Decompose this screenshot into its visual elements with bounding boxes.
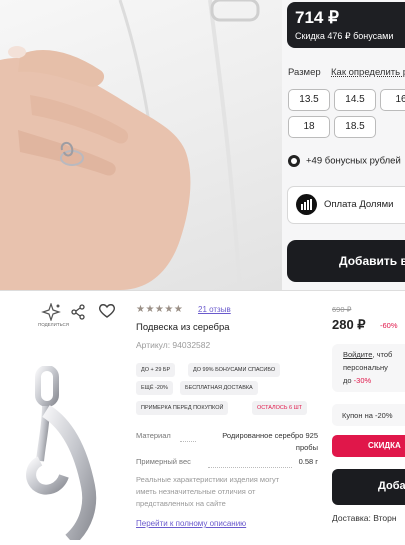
product-gallery-top: 714 ₽ Скидка 476 ₽ бонусами Размер Как о… (0, 0, 405, 290)
price-card: 714 ₽ Скидка 476 ₽ бонусами (287, 2, 405, 48)
login-promo-line-3: до -30% (343, 376, 371, 385)
coupon-text: Купон на -20% (342, 411, 393, 420)
fitting-chip: примерка перед покупкой (136, 401, 229, 415)
size-option[interactable]: 16 (380, 89, 405, 111)
share-icon[interactable] (70, 304, 86, 325)
spasibo-chip: до 99% бонусами спасибо (188, 363, 281, 377)
hand-with-ring-image (0, 0, 260, 290)
spec-material-value: Родированное серебро 925 (222, 431, 318, 440)
rating-stars: ★★★★★ (136, 304, 184, 315)
login-promo-percent: -30% (353, 376, 372, 385)
spec-dots (180, 440, 196, 442)
product-article: Артикул: 94032582 (136, 340, 211, 350)
product-card-bottom: поделиться ★★★★★ 21 отзыв Подве (0, 291, 405, 545)
product-title: Подвеска из серебра (136, 322, 230, 333)
full-description-link[interactable]: Перейти к полному описанию (136, 519, 246, 528)
login-link[interactable]: Войдите (343, 350, 372, 359)
login-promo-text: , чтоб (372, 350, 393, 359)
spec-weight-value: 0.58 г (298, 457, 318, 466)
bonus-text: +49 бонусных рублей (306, 155, 401, 167)
size-guide-link[interactable]: Как определить р (331, 67, 405, 78)
payment-dolyami-card[interactable]: Оплата Долями (287, 186, 405, 224)
delivery-info: Доставка: Вторн (332, 513, 397, 523)
extra-discount-chip: ещё -20% (136, 381, 173, 395)
favorite-heart-icon[interactable] (98, 303, 116, 324)
bonus-info: +49 бонусных рублей (288, 155, 401, 167)
size-option[interactable]: 18 (288, 116, 330, 138)
add-to-cart-label: Доба (378, 480, 405, 492)
price-value: 714 ₽ (295, 8, 339, 27)
discount-button-label: СКИДКА (368, 441, 401, 450)
disclaimer-line-2: иметь незначительные отличия от (136, 487, 256, 496)
discount-percent: -60% (380, 321, 398, 330)
disclaimer-line-1: Реальные характеристики изделия могут (136, 475, 280, 484)
login-promo-line-1: Войдите, чтоб (343, 350, 392, 359)
login-promo-line-2: персональну (343, 363, 388, 372)
add-to-cart-button[interactable]: Добавить в (287, 240, 405, 282)
product-photo-hand-ring (0, 0, 282, 290)
share-label: поделиться (38, 322, 69, 327)
dolyami-logo-icon (296, 194, 317, 215)
price-bonus-discount: Скидка 476 ₽ бонусами (295, 31, 394, 41)
size-option[interactable]: 13.5 (288, 89, 330, 111)
pendant-product-image (20, 365, 120, 545)
stock-left-chip: осталось 6 шт (252, 401, 308, 415)
old-price: 690 ₽ (332, 305, 352, 314)
bonus-coin-icon (288, 155, 300, 167)
spec-dots (208, 466, 292, 468)
spec-material-value-2: пробы (295, 443, 318, 452)
size-label: Размер (288, 67, 321, 78)
spec-weight-name: Примерный вес (136, 457, 191, 466)
size-option[interactable]: 14.5 (334, 89, 376, 111)
bonus-chip: до + 29 БР (136, 363, 176, 377)
reviews-link[interactable]: 21 отзыв (198, 305, 231, 314)
login-promo-prefix: до (343, 376, 352, 385)
free-delivery-chip: бесплатная доставка (180, 381, 258, 395)
spec-material-name: Материал (136, 431, 171, 440)
size-option[interactable]: 18.5 (334, 116, 376, 138)
disclaimer-line-3: представленных на сайте (136, 499, 226, 508)
payment-text: Оплата Долями (324, 199, 394, 210)
current-price: 280 ₽ (332, 317, 366, 332)
